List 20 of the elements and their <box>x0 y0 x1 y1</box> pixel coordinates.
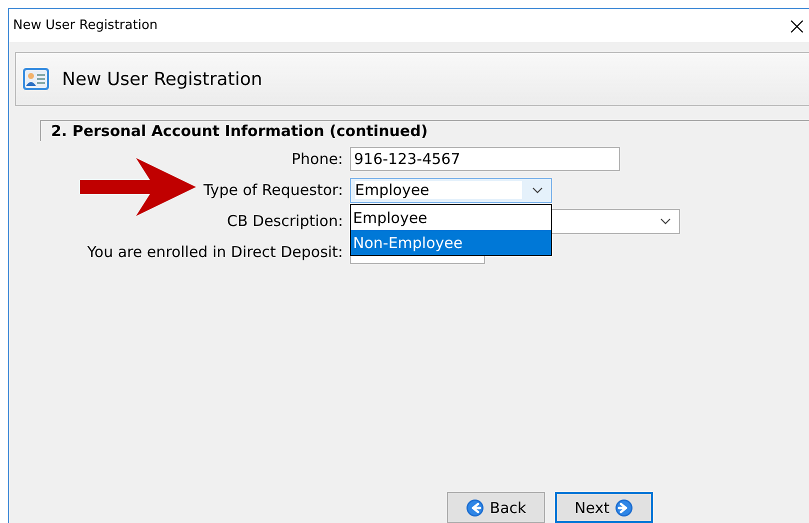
dropdown-option[interactable]: Employee <box>351 205 551 230</box>
id-card-icon <box>22 67 50 91</box>
field-label: Phone: <box>291 150 343 168</box>
back-arrow-icon <box>466 498 484 516</box>
close-button[interactable]: × <box>786 14 807 38</box>
dropdown-option[interactable]: Non-Employee <box>351 230 551 255</box>
next-arrow-icon <box>615 498 634 516</box>
back-button[interactable]: Back <box>447 492 545 523</box>
phone-field[interactable]: 916-123-4567 <box>350 147 620 171</box>
dropdown[interactable]: Employee <box>350 178 552 202</box>
window-title: New User Registration <box>13 18 158 33</box>
caret-icon <box>660 218 671 224</box>
field-label: CB Description: <box>226 212 343 230</box>
header-title: New User Registration <box>62 68 262 90</box>
section-title: 2. Personal Account Information (continued) <box>51 122 428 140</box>
next-button[interactable]: Next <box>555 492 653 523</box>
dropdown-value: Employee <box>355 181 522 199</box>
field-label: You are enrolled in Direct Deposit: <box>87 243 343 261</box>
field-label: Type of Requestor: <box>203 181 343 199</box>
caret-icon <box>532 186 543 194</box>
